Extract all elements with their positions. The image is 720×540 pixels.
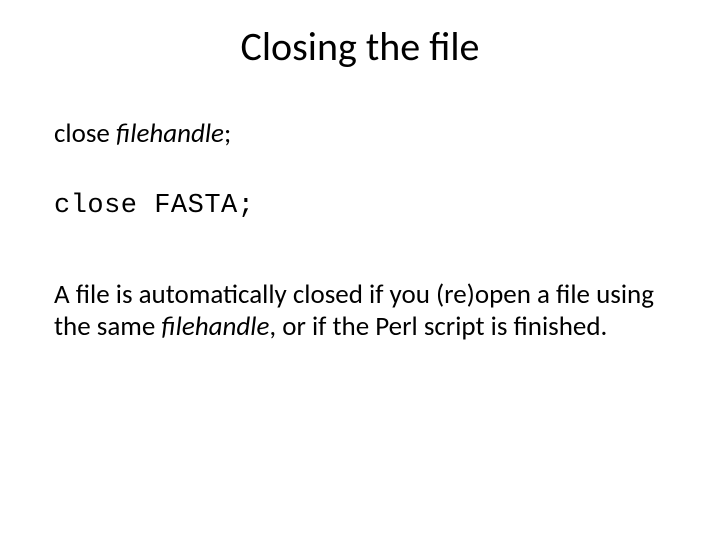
para-part3: , or if the Perl script is finished. (269, 310, 607, 343)
syntax-semicolon: ; (224, 117, 231, 150)
slide-body: close filehandle; close FASTA; A file is… (54, 118, 666, 343)
explanation-paragraph: A file is automatically closed if you (r… (54, 279, 666, 343)
code-example: close FASTA; (54, 190, 666, 222)
slide-title: Closing the file (0, 22, 720, 71)
slide: Closing the file close filehandle; close… (0, 0, 720, 540)
syntax-close: close (54, 117, 116, 150)
syntax-line: close filehandle; (54, 118, 666, 150)
para-filehandle: filehandle (161, 310, 269, 343)
syntax-filehandle: filehandle (116, 117, 224, 150)
